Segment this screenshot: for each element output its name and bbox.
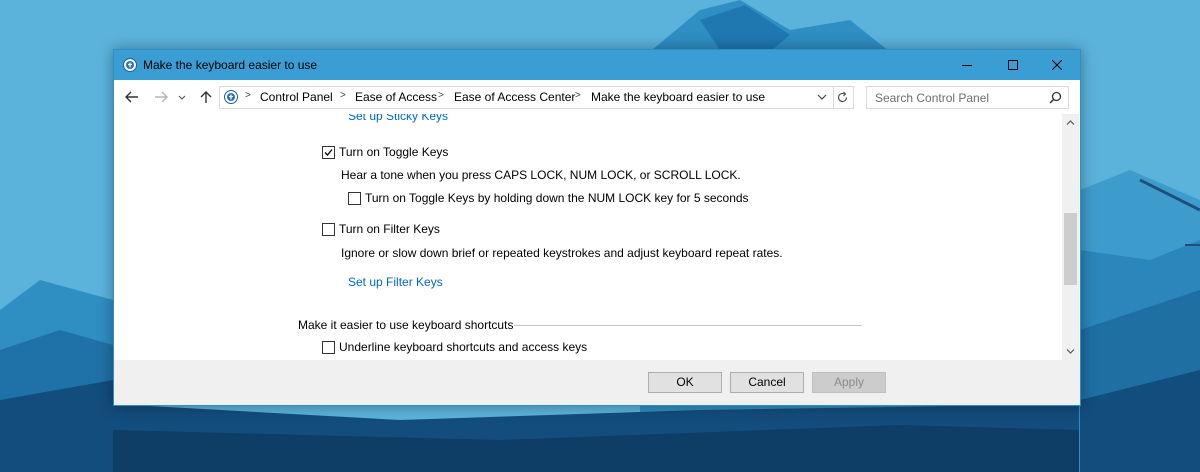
back-button[interactable] — [124, 89, 142, 105]
vertical-scrollbar[interactable] — [1062, 114, 1079, 360]
filter-keys-checkbox[interactable] — [322, 223, 335, 236]
breadcrumb-separator-icon: > — [575, 90, 581, 101]
keyboard-shortcuts-group-heading: Make it easier to use keyboard shortcuts — [298, 318, 514, 332]
minimize-button[interactable] — [944, 50, 990, 80]
close-button[interactable] — [1034, 50, 1080, 80]
group-divider — [514, 325, 862, 326]
up-arrow-icon — [200, 91, 212, 103]
back-arrow-icon — [125, 91, 138, 103]
window-title: Make the keyboard easier to use — [143, 58, 318, 72]
breadcrumb-current-page[interactable]: Make the keyboard easier to use — [591, 90, 765, 104]
underline-shortcuts-label[interactable]: Underline keyboard shortcuts and access … — [339, 340, 587, 354]
toggle-keys-label[interactable]: Turn on Toggle Keys — [339, 145, 448, 159]
control-panel-icon — [224, 90, 238, 104]
ease-of-access-icon — [123, 58, 137, 72]
toggle-keys-description: Hear a tone when you press CAPS LOCK, NU… — [341, 168, 741, 182]
underline-shortcuts-checkbox[interactable] — [322, 341, 335, 354]
set-up-filter-keys-link[interactable]: Set up Filter Keys — [348, 275, 443, 289]
maximize-icon — [1008, 60, 1018, 70]
toggle-keys-checkbox[interactable] — [322, 146, 335, 159]
filter-keys-description: Ignore or slow down brief or repeated ke… — [341, 246, 783, 260]
forward-button[interactable] — [153, 89, 171, 105]
dialog-footer: OK Cancel Apply — [114, 360, 1080, 405]
title-bar[interactable]: Make the keyboard easier to use — [114, 50, 1080, 80]
ok-button[interactable]: OK — [648, 372, 722, 393]
search-input[interactable]: Search Control Panel — [875, 91, 989, 105]
search-box[interactable]: Search Control Panel — [866, 86, 1069, 109]
up-button[interactable] — [198, 89, 216, 105]
checkmark-icon — [324, 149, 333, 156]
toggle-keys-hold-checkbox[interactable] — [348, 192, 361, 205]
breadcrumb-control-panel[interactable]: Control Panel — [260, 90, 333, 104]
cancel-button[interactable]: Cancel — [730, 372, 804, 393]
navigation-bar: > Control Panel > Ease of Access > Ease … — [114, 80, 1080, 114]
refresh-icon — [837, 91, 848, 103]
set-up-sticky-keys-link[interactable]: Set up Sticky Keys — [348, 114, 448, 123]
scrollbar-thumb[interactable] — [1064, 213, 1077, 285]
maximize-button[interactable] — [990, 50, 1036, 80]
filter-keys-label[interactable]: Turn on Filter Keys — [339, 222, 440, 236]
scroll-up-icon[interactable] — [1066, 119, 1075, 126]
breadcrumb-separator-icon: > — [340, 90, 346, 101]
apply-button[interactable]: Apply — [812, 372, 886, 393]
address-bar[interactable]: > Control Panel > Ease of Access > Ease … — [219, 86, 834, 109]
toggle-keys-hold-label[interactable]: Turn on Toggle Keys by holding down the … — [365, 191, 749, 205]
breadcrumb-separator-icon: > — [438, 90, 444, 101]
dialog-window: Make the keyboard easier to use > Contro… — [113, 49, 1081, 406]
search-icon[interactable] — [1049, 91, 1062, 104]
recent-locations-button[interactable] — [177, 89, 187, 105]
main-content: Set up Sticky Keys Turn on Toggle Keys H… — [114, 114, 1062, 360]
breadcrumb-ease-of-access-center[interactable]: Ease of Access Center — [454, 90, 575, 104]
breadcrumb-separator-icon: > — [245, 90, 251, 101]
forward-arrow-icon — [155, 91, 168, 103]
breadcrumb-ease-of-access[interactable]: Ease of Access — [355, 90, 437, 104]
address-dropdown-icon[interactable] — [817, 91, 827, 103]
refresh-button[interactable] — [832, 86, 854, 109]
minimize-icon — [962, 65, 972, 66]
scroll-down-icon[interactable] — [1066, 348, 1075, 355]
close-icon — [1052, 60, 1062, 70]
chevron-down-icon — [178, 95, 186, 100]
